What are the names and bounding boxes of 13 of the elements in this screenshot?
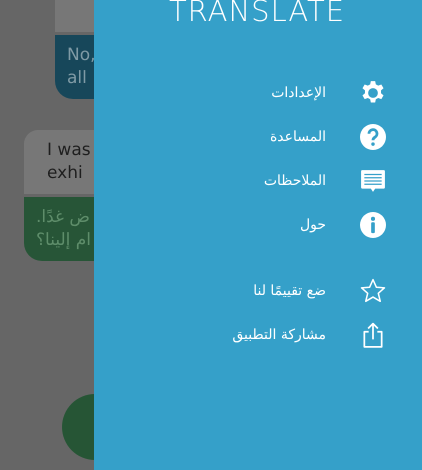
message-bubble: I was exhi [24, 130, 94, 194]
menu-item[interactable]: حول [94, 212, 386, 238]
menu-item[interactable]: مشاركة التطبيق [94, 322, 386, 348]
translation-bubble: No, all [55, 35, 94, 99]
menu-item[interactable]: ضع تقييمًا لنا [94, 278, 386, 304]
info-icon [360, 212, 386, 238]
star-icon [360, 278, 386, 304]
menu-item[interactable]: الملاحظات [94, 168, 386, 194]
message-icon [360, 168, 386, 194]
translation-bubble: ض غدًا. ام إلينا؟ [24, 197, 94, 261]
menu-item[interactable]: الإعدادات [94, 80, 386, 106]
menu-item[interactable]: المساعدة [94, 124, 386, 150]
help-icon [360, 124, 386, 150]
